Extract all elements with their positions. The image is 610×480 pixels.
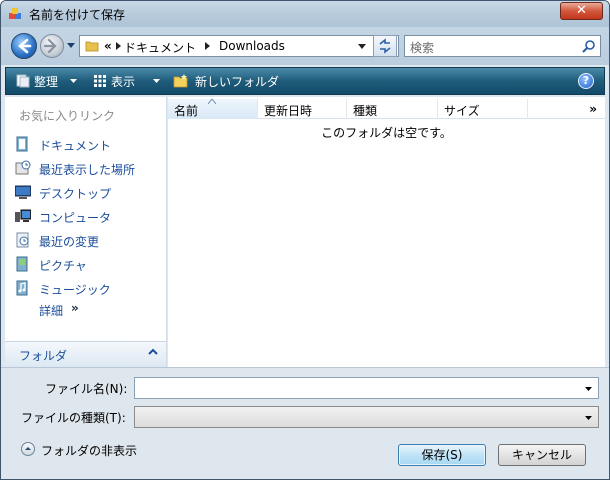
forward-button[interactable] [40, 34, 64, 58]
command-bar: 整理 表示 新しいフォルダ ? [5, 67, 605, 95]
sidebar-item-documents[interactable]: ドキュメント [15, 134, 165, 154]
navigation-pane: お気に入りリンク ドキュメント 最近表示した場所 デスクトップ コンピュータ 最… [5, 97, 167, 367]
pictures-icon [16, 256, 28, 272]
column-size[interactable]: サイズ [438, 99, 528, 119]
title-bar: 名前を付けて保存 ✕ [1, 1, 609, 27]
sidebar-item-computer[interactable]: コンピュータ [15, 206, 165, 226]
breadcrumb-documents[interactable]: ドキュメント [124, 39, 196, 56]
close-icon: ✕ [576, 3, 587, 18]
desktop-icon [15, 185, 31, 199]
recent-places-icon [15, 160, 31, 175]
folder-icon [85, 41, 99, 52]
breadcrumb-downloads[interactable]: Downloads [219, 39, 285, 53]
cancel-button[interactable]: キャンセル [498, 444, 586, 466]
column-type[interactable]: 種類 [347, 99, 438, 119]
breadcrumb-separator-icon[interactable] [116, 42, 121, 50]
view-dropdown-icon [153, 79, 160, 83]
sidebar-item-pictures[interactable]: ピクチャ [15, 254, 165, 274]
back-arrow-icon [18, 38, 32, 54]
window-title: 名前を付けて保存 [29, 8, 126, 22]
search-box[interactable]: 検索 [404, 35, 601, 57]
more-chevron-icon[interactable]: » [71, 301, 79, 315]
file-list[interactable]: 名前 更新日時 種類 サイズ » このフォルダは空です。 [168, 97, 605, 367]
documents-icon [16, 136, 28, 152]
view-icon [94, 75, 106, 87]
filename-field[interactable] [134, 377, 599, 399]
filetype-select[interactable] [134, 406, 599, 428]
empty-folder-message: このフォルダは空です。 [321, 126, 452, 140]
column-name[interactable]: 名前 [168, 99, 258, 119]
folders-toggle[interactable]: フォルダ [5, 341, 166, 367]
filetype-dropdown-icon [585, 416, 592, 420]
search-placeholder: 検索 [410, 41, 435, 55]
filename-label: ファイル名(N): [45, 382, 128, 396]
breadcrumb-overflow[interactable]: « [104, 39, 112, 53]
save-button[interactable]: 保存(S) [398, 444, 486, 466]
save-options-panel: ファイル名(N): ファイルの種類(T): フォルダの非表示 保存(S) キャン… [1, 367, 609, 479]
collapse-circle-icon [21, 442, 35, 456]
back-button[interactable] [11, 33, 37, 59]
favorites-title: お気に入りリンク [19, 109, 116, 123]
column-modified[interactable]: 更新日時 [258, 99, 347, 119]
close-button[interactable]: ✕ [560, 2, 603, 20]
history-dropdown-icon[interactable] [67, 43, 75, 49]
app-icon [9, 8, 21, 19]
sidebar-item-recent-changes[interactable]: 最近の変更 [15, 230, 165, 250]
breadcrumb-separator-icon[interactable] [205, 42, 210, 50]
organize-icon [16, 74, 30, 88]
chevron-up-icon [148, 348, 158, 355]
sidebar-item-desktop[interactable]: デスクトップ [15, 182, 165, 202]
column-header: 名前 更新日時 種類 サイズ » [168, 99, 605, 119]
refresh-icon [379, 38, 391, 54]
music-icon [16, 280, 28, 296]
new-folder-icon [173, 74, 188, 88]
help-icon[interactable]: ? [578, 73, 594, 89]
address-bar[interactable]: « ドキュメント Downloads [79, 35, 399, 57]
sidebar-item-recent-places[interactable]: 最近表示した場所 [15, 158, 165, 178]
navigation-bar: « ドキュメント Downloads 検索 [1, 27, 609, 65]
computer-icon [15, 209, 31, 222]
refresh-button[interactable] [373, 35, 397, 57]
save-as-dialog: 名前を付けて保存 ✕ « ドキュメント Downloads 検索 整理 表示 新… [0, 0, 610, 480]
organize-dropdown-icon [70, 79, 77, 83]
address-dropdown-icon[interactable] [358, 44, 366, 49]
columns-overflow-icon[interactable]: » [589, 102, 597, 116]
search-icon[interactable] [582, 39, 596, 53]
filetype-label: ファイルの種類(T): [21, 411, 126, 425]
sort-ascending-icon [208, 99, 216, 104]
sidebar-item-music[interactable]: ミュージック [15, 278, 165, 298]
more-links[interactable]: 詳細 [39, 302, 63, 319]
recent-changes-icon [16, 232, 29, 248]
filename-dropdown-icon[interactable] [585, 387, 592, 391]
forward-arrow-icon [43, 38, 57, 54]
